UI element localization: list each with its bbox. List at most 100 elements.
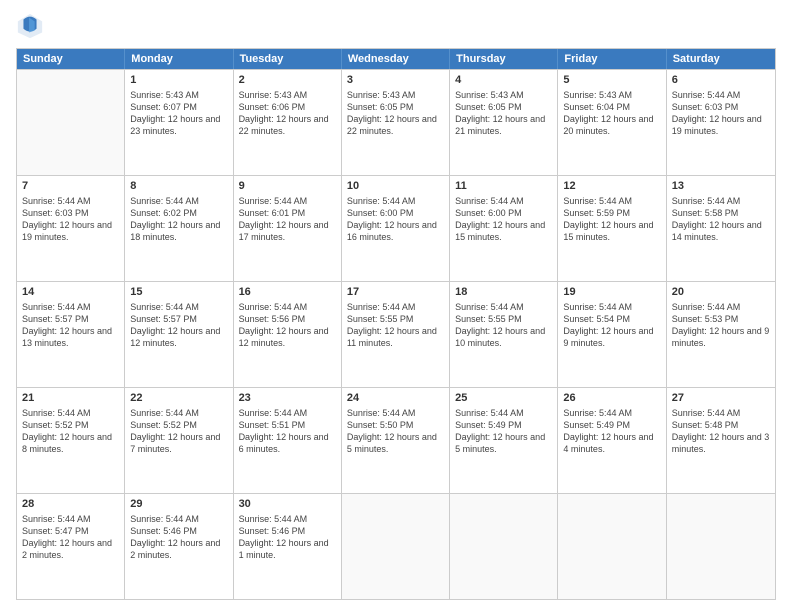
day-number: 29 xyxy=(130,497,227,512)
day-number: 13 xyxy=(672,179,770,194)
day-number: 20 xyxy=(672,285,770,300)
day-number: 28 xyxy=(22,497,119,512)
calendar-cell: 19Sunrise: 5:44 AM Sunset: 5:54 PM Dayli… xyxy=(558,282,666,387)
day-number: 25 xyxy=(455,391,552,406)
day-number: 19 xyxy=(563,285,660,300)
calendar-cell: 30Sunrise: 5:44 AM Sunset: 5:46 PM Dayli… xyxy=(234,494,342,599)
calendar-cell: 17Sunrise: 5:44 AM Sunset: 5:55 PM Dayli… xyxy=(342,282,450,387)
day-info: Sunrise: 5:44 AM Sunset: 5:55 PM Dayligh… xyxy=(347,301,444,350)
calendar-cell: 13Sunrise: 5:44 AM Sunset: 5:58 PM Dayli… xyxy=(667,176,775,281)
day-info: Sunrise: 5:44 AM Sunset: 5:54 PM Dayligh… xyxy=(563,301,660,350)
day-info: Sunrise: 5:44 AM Sunset: 6:03 PM Dayligh… xyxy=(22,195,119,244)
calendar: SundayMondayTuesdayWednesdayThursdayFrid… xyxy=(16,48,776,600)
day-info: Sunrise: 5:44 AM Sunset: 5:56 PM Dayligh… xyxy=(239,301,336,350)
day-number: 7 xyxy=(22,179,119,194)
calendar-cell: 22Sunrise: 5:44 AM Sunset: 5:52 PM Dayli… xyxy=(125,388,233,493)
calendar-cell: 28Sunrise: 5:44 AM Sunset: 5:47 PM Dayli… xyxy=(17,494,125,599)
calendar-cell: 26Sunrise: 5:44 AM Sunset: 5:49 PM Dayli… xyxy=(558,388,666,493)
day-info: Sunrise: 5:44 AM Sunset: 5:49 PM Dayligh… xyxy=(455,407,552,456)
calendar-header-cell: Wednesday xyxy=(342,49,450,69)
day-info: Sunrise: 5:43 AM Sunset: 6:04 PM Dayligh… xyxy=(563,89,660,138)
day-number: 5 xyxy=(563,73,660,88)
day-number: 9 xyxy=(239,179,336,194)
logo-icon xyxy=(16,12,44,40)
calendar-cell: 23Sunrise: 5:44 AM Sunset: 5:51 PM Dayli… xyxy=(234,388,342,493)
calendar-header-cell: Saturday xyxy=(667,49,775,69)
calendar-cell xyxy=(450,494,558,599)
day-number: 15 xyxy=(130,285,227,300)
calendar-cell: 7Sunrise: 5:44 AM Sunset: 6:03 PM Daylig… xyxy=(17,176,125,281)
calendar-cell: 4Sunrise: 5:43 AM Sunset: 6:05 PM Daylig… xyxy=(450,70,558,175)
day-info: Sunrise: 5:44 AM Sunset: 5:51 PM Dayligh… xyxy=(239,407,336,456)
day-info: Sunrise: 5:44 AM Sunset: 5:52 PM Dayligh… xyxy=(22,407,119,456)
day-info: Sunrise: 5:44 AM Sunset: 5:52 PM Dayligh… xyxy=(130,407,227,456)
day-number: 27 xyxy=(672,391,770,406)
calendar-cell: 1Sunrise: 5:43 AM Sunset: 6:07 PM Daylig… xyxy=(125,70,233,175)
day-info: Sunrise: 5:44 AM Sunset: 6:03 PM Dayligh… xyxy=(672,89,770,138)
calendar-cell: 6Sunrise: 5:44 AM Sunset: 6:03 PM Daylig… xyxy=(667,70,775,175)
calendar-row: 1Sunrise: 5:43 AM Sunset: 6:07 PM Daylig… xyxy=(17,69,775,175)
calendar-cell: 11Sunrise: 5:44 AM Sunset: 6:00 PM Dayli… xyxy=(450,176,558,281)
calendar-row: 21Sunrise: 5:44 AM Sunset: 5:52 PM Dayli… xyxy=(17,387,775,493)
page: SundayMondayTuesdayWednesdayThursdayFrid… xyxy=(0,0,792,612)
calendar-cell: 16Sunrise: 5:44 AM Sunset: 5:56 PM Dayli… xyxy=(234,282,342,387)
header xyxy=(16,12,776,40)
day-number: 18 xyxy=(455,285,552,300)
day-info: Sunrise: 5:44 AM Sunset: 6:00 PM Dayligh… xyxy=(455,195,552,244)
calendar-cell: 10Sunrise: 5:44 AM Sunset: 6:00 PM Dayli… xyxy=(342,176,450,281)
day-info: Sunrise: 5:43 AM Sunset: 6:05 PM Dayligh… xyxy=(455,89,552,138)
day-number: 11 xyxy=(455,179,552,194)
calendar-cell: 21Sunrise: 5:44 AM Sunset: 5:52 PM Dayli… xyxy=(17,388,125,493)
day-number: 3 xyxy=(347,73,444,88)
calendar-cell: 2Sunrise: 5:43 AM Sunset: 6:06 PM Daylig… xyxy=(234,70,342,175)
day-info: Sunrise: 5:44 AM Sunset: 5:57 PM Dayligh… xyxy=(22,301,119,350)
day-info: Sunrise: 5:44 AM Sunset: 5:48 PM Dayligh… xyxy=(672,407,770,456)
day-number: 21 xyxy=(22,391,119,406)
calendar-cell: 24Sunrise: 5:44 AM Sunset: 5:50 PM Dayli… xyxy=(342,388,450,493)
calendar-cell xyxy=(17,70,125,175)
day-number: 12 xyxy=(563,179,660,194)
calendar-row: 28Sunrise: 5:44 AM Sunset: 5:47 PM Dayli… xyxy=(17,493,775,599)
calendar-cell: 29Sunrise: 5:44 AM Sunset: 5:46 PM Dayli… xyxy=(125,494,233,599)
day-info: Sunrise: 5:44 AM Sunset: 5:58 PM Dayligh… xyxy=(672,195,770,244)
day-info: Sunrise: 5:43 AM Sunset: 6:06 PM Dayligh… xyxy=(239,89,336,138)
calendar-body: 1Sunrise: 5:43 AM Sunset: 6:07 PM Daylig… xyxy=(17,69,775,599)
calendar-cell: 5Sunrise: 5:43 AM Sunset: 6:04 PM Daylig… xyxy=(558,70,666,175)
day-info: Sunrise: 5:44 AM Sunset: 5:46 PM Dayligh… xyxy=(130,513,227,562)
day-info: Sunrise: 5:44 AM Sunset: 5:50 PM Dayligh… xyxy=(347,407,444,456)
day-info: Sunrise: 5:44 AM Sunset: 6:01 PM Dayligh… xyxy=(239,195,336,244)
calendar-cell: 8Sunrise: 5:44 AM Sunset: 6:02 PM Daylig… xyxy=(125,176,233,281)
calendar-cell: 9Sunrise: 5:44 AM Sunset: 6:01 PM Daylig… xyxy=(234,176,342,281)
calendar-header-cell: Friday xyxy=(558,49,666,69)
calendar-cell: 12Sunrise: 5:44 AM Sunset: 5:59 PM Dayli… xyxy=(558,176,666,281)
calendar-cell xyxy=(558,494,666,599)
calendar-header-cell: Monday xyxy=(125,49,233,69)
day-number: 6 xyxy=(672,73,770,88)
day-number: 10 xyxy=(347,179,444,194)
day-number: 2 xyxy=(239,73,336,88)
calendar-header-cell: Thursday xyxy=(450,49,558,69)
day-info: Sunrise: 5:44 AM Sunset: 6:02 PM Dayligh… xyxy=(130,195,227,244)
calendar-cell xyxy=(667,494,775,599)
calendar-row: 7Sunrise: 5:44 AM Sunset: 6:03 PM Daylig… xyxy=(17,175,775,281)
calendar-cell xyxy=(342,494,450,599)
day-number: 1 xyxy=(130,73,227,88)
calendar-header-cell: Tuesday xyxy=(234,49,342,69)
day-number: 24 xyxy=(347,391,444,406)
day-info: Sunrise: 5:44 AM Sunset: 6:00 PM Dayligh… xyxy=(347,195,444,244)
calendar-cell: 18Sunrise: 5:44 AM Sunset: 5:55 PM Dayli… xyxy=(450,282,558,387)
day-number: 16 xyxy=(239,285,336,300)
calendar-cell: 3Sunrise: 5:43 AM Sunset: 6:05 PM Daylig… xyxy=(342,70,450,175)
day-info: Sunrise: 5:44 AM Sunset: 5:59 PM Dayligh… xyxy=(563,195,660,244)
day-number: 23 xyxy=(239,391,336,406)
calendar-cell: 25Sunrise: 5:44 AM Sunset: 5:49 PM Dayli… xyxy=(450,388,558,493)
day-number: 22 xyxy=(130,391,227,406)
day-info: Sunrise: 5:44 AM Sunset: 5:47 PM Dayligh… xyxy=(22,513,119,562)
calendar-cell: 14Sunrise: 5:44 AM Sunset: 5:57 PM Dayli… xyxy=(17,282,125,387)
day-number: 14 xyxy=(22,285,119,300)
calendar-cell: 20Sunrise: 5:44 AM Sunset: 5:53 PM Dayli… xyxy=(667,282,775,387)
logo xyxy=(16,12,48,40)
calendar-row: 14Sunrise: 5:44 AM Sunset: 5:57 PM Dayli… xyxy=(17,281,775,387)
day-info: Sunrise: 5:44 AM Sunset: 5:55 PM Dayligh… xyxy=(455,301,552,350)
day-info: Sunrise: 5:43 AM Sunset: 6:07 PM Dayligh… xyxy=(130,89,227,138)
